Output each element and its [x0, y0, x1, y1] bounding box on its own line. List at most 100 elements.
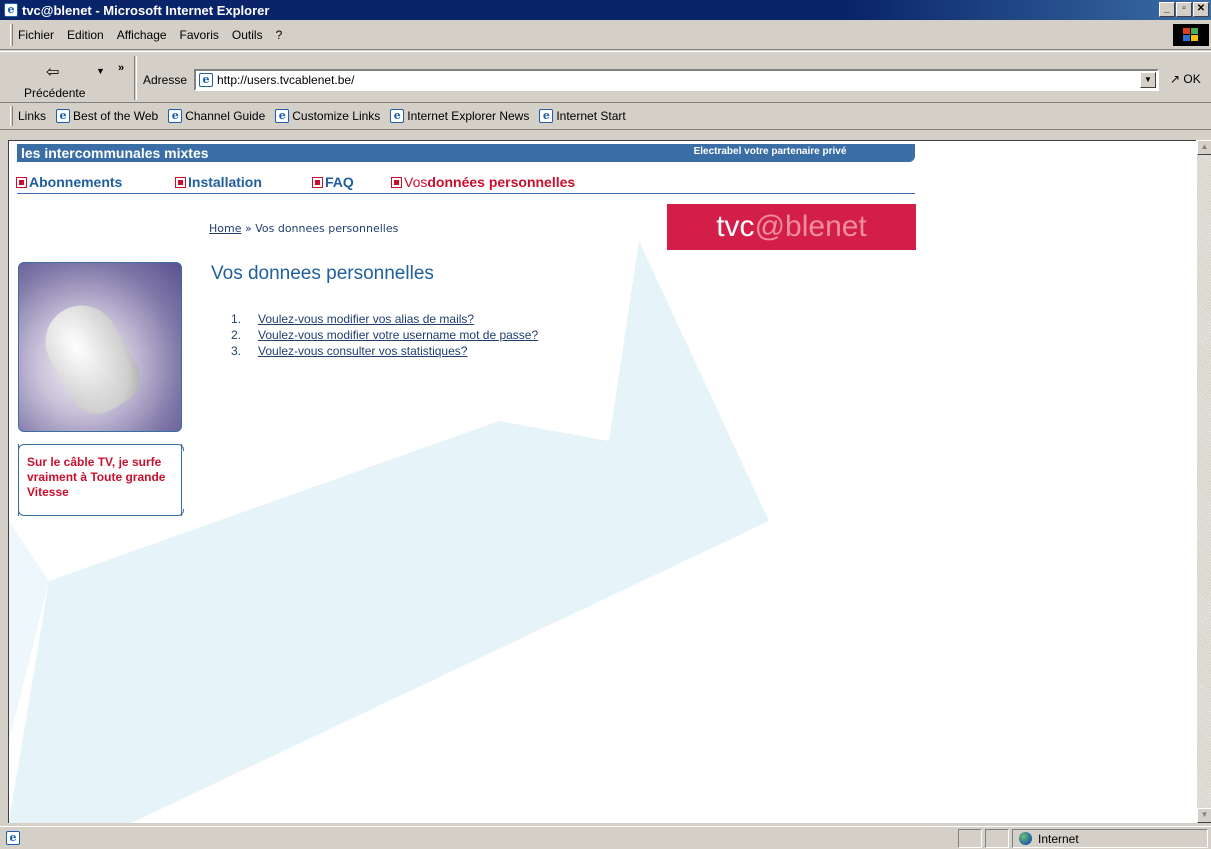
- nav-donnees-personnelles[interactable]: Vos données personnelles: [391, 174, 576, 190]
- security-zone[interactable]: Internet: [1012, 829, 1208, 848]
- breadcrumb-current: Vos donnees personnelles: [255, 222, 399, 235]
- breadcrumb-separator: »: [241, 222, 256, 235]
- nav-label: données personnelles: [427, 174, 576, 190]
- list-item: 2. Voulez-vous modifier votre username mo…: [231, 328, 538, 344]
- menu-bar: Fichier Edition Affichage Favoris Outils…: [0, 20, 1211, 50]
- ie-logo-icon: e: [4, 3, 18, 17]
- options-list: 1. Voulez-vous modifier vos alias de mail…: [231, 312, 538, 360]
- toolbar-grip[interactable]: [10, 106, 13, 126]
- menu-favoris[interactable]: Favoris: [180, 28, 219, 42]
- window-controls: _ ▫ ✕: [1158, 2, 1209, 17]
- mouse-image: [32, 292, 150, 424]
- bullet-icon: [312, 176, 323, 188]
- window-title-bar[interactable]: e tvc@blenet - Microsoft Internet Explor…: [0, 0, 1211, 20]
- status-cell: [958, 829, 982, 848]
- close-button[interactable]: ✕: [1193, 2, 1209, 17]
- link-customize-links[interactable]: e Customize Links: [275, 109, 380, 123]
- banner-left: les intercommunales mixtes: [17, 144, 637, 162]
- bullet-icon: [391, 176, 402, 188]
- nav-installation[interactable]: Installation: [175, 174, 262, 190]
- page-status-icon: e: [6, 831, 20, 845]
- link-view-statistics[interactable]: Voulez-vous consulter vos statistiques?: [258, 344, 467, 360]
- page-icon: e: [56, 109, 71, 123]
- tagline-box: Sur le câble TV, je surfe vraiment à Tou…: [18, 444, 184, 516]
- back-dropdown-icon[interactable]: ▼: [96, 66, 105, 76]
- bullet-icon: [16, 176, 27, 188]
- link-best-of-web[interactable]: e Best of the Web: [56, 109, 158, 123]
- menu-outils[interactable]: Outils: [232, 28, 263, 42]
- back-label: Précédente: [24, 86, 86, 100]
- list-item: 1. Voulez-vous modifier vos alias de mail…: [231, 312, 538, 328]
- logo-part-2: @ble: [754, 210, 826, 243]
- link-label: Internet Start: [556, 109, 626, 123]
- go-label: OK: [1183, 72, 1201, 86]
- breadcrumb: Home » Vos donnees personnelles: [209, 222, 398, 235]
- link-label: Channel Guide: [185, 109, 266, 123]
- bullet-icon: [175, 176, 186, 188]
- link-modify-mail-alias[interactable]: Voulez-vous modifier vos alias de mails?: [258, 312, 474, 328]
- scroll-down-button[interactable]: ▼: [1197, 808, 1211, 823]
- logo-part-3: net: [825, 210, 867, 243]
- menu-help[interactable]: ?: [276, 28, 283, 42]
- maximize-button[interactable]: ▫: [1176, 2, 1192, 17]
- toolbar-overflow-icon[interactable]: »: [118, 62, 124, 74]
- back-button[interactable]: ⇦ ▼ » Précédente: [14, 58, 124, 102]
- page-icon: e: [275, 109, 290, 123]
- back-arrow-icon: ⇦: [46, 64, 60, 81]
- globe-icon: [1019, 832, 1032, 845]
- window-title: tvc@blenet - Microsoft Internet Explorer: [22, 2, 270, 18]
- link-internet-start[interactable]: e Internet Start: [539, 109, 626, 123]
- link-label: Internet Explorer News: [407, 109, 530, 123]
- menu-affichage[interactable]: Affichage: [117, 28, 167, 42]
- nav-faq[interactable]: FAQ: [312, 174, 354, 190]
- scroll-up-button[interactable]: ▲: [1197, 140, 1211, 155]
- link-modify-username-password[interactable]: Voulez-vous modifier votre username mot …: [258, 328, 538, 344]
- menu-fichier[interactable]: Fichier: [18, 28, 54, 42]
- link-label: Customize Links: [292, 109, 381, 123]
- background-check-shape: [9, 241, 769, 823]
- logo-part-1: tvc: [716, 210, 755, 243]
- address-input[interactable]: e http://users.tvcablenet.be/ ▼: [194, 69, 1159, 91]
- main-nav: Abonnements Installation FAQ Vos données…: [16, 174, 915, 194]
- status-cell: [985, 829, 1009, 848]
- nav-label: Installation: [188, 174, 262, 190]
- list-number: 3.: [231, 344, 242, 358]
- page-icon: e: [199, 73, 213, 87]
- minimize-button[interactable]: _: [1159, 2, 1175, 17]
- vertical-scrollbar[interactable]: ▲ ▼: [1196, 140, 1211, 823]
- mouse-photo: [18, 262, 182, 432]
- address-dropdown-button[interactable]: ▼: [1140, 72, 1156, 88]
- nav-label-prefix: Vos: [404, 174, 428, 190]
- page-title: Vos donnees personnelles: [211, 263, 434, 284]
- page-viewport[interactable]: les intercommunales mixtes Electrabel vo…: [8, 140, 1196, 823]
- links-bar: Links e Best of the Web e Channel Guide eC…: [0, 103, 1211, 130]
- top-banner: les intercommunales mixtes Electrabel vo…: [17, 144, 915, 162]
- nav-label: FAQ: [325, 174, 354, 190]
- windows-logo-icon: [1173, 24, 1209, 46]
- nav-abonnements[interactable]: Abonnements: [16, 174, 123, 190]
- zone-label: Internet: [1038, 831, 1079, 846]
- page-icon: e: [539, 109, 554, 123]
- list-item: 3. Voulez-vous consulter vos statistiques…: [231, 344, 538, 360]
- link-channel-guide[interactable]: e Channel Guide: [168, 109, 265, 123]
- banner-right[interactable]: Electrabel votre partenaire privé: [625, 144, 915, 162]
- nav-label: Abonnements: [29, 174, 123, 190]
- toolbar-separator: [134, 56, 137, 100]
- tvcablenet-logo[interactable]: tvc@blenet: [667, 204, 916, 250]
- go-button[interactable]: ↗ OK: [1170, 72, 1201, 86]
- status-bar: e Internet: [0, 826, 1211, 849]
- links-label[interactable]: Links: [18, 109, 46, 123]
- link-ie-news[interactable]: e Internet Explorer News: [390, 109, 529, 123]
- menu-edition[interactable]: Edition: [67, 28, 104, 42]
- address-label: Adresse: [143, 73, 188, 87]
- toolbar-grip[interactable]: [10, 24, 13, 46]
- page-icon: e: [168, 109, 183, 123]
- breadcrumb-home[interactable]: Home: [209, 222, 241, 235]
- list-number: 1.: [231, 312, 242, 326]
- list-number: 2.: [231, 328, 242, 342]
- page-icon: e: [390, 109, 405, 123]
- link-label: Best of the Web: [73, 109, 159, 123]
- address-url[interactable]: http://users.tvcablenet.be/: [217, 73, 354, 87]
- go-arrow-icon: ↗: [1170, 72, 1181, 86]
- navigation-toolbar: ⇦ ▼ » Précédente Adresse e http://users.…: [0, 51, 1211, 103]
